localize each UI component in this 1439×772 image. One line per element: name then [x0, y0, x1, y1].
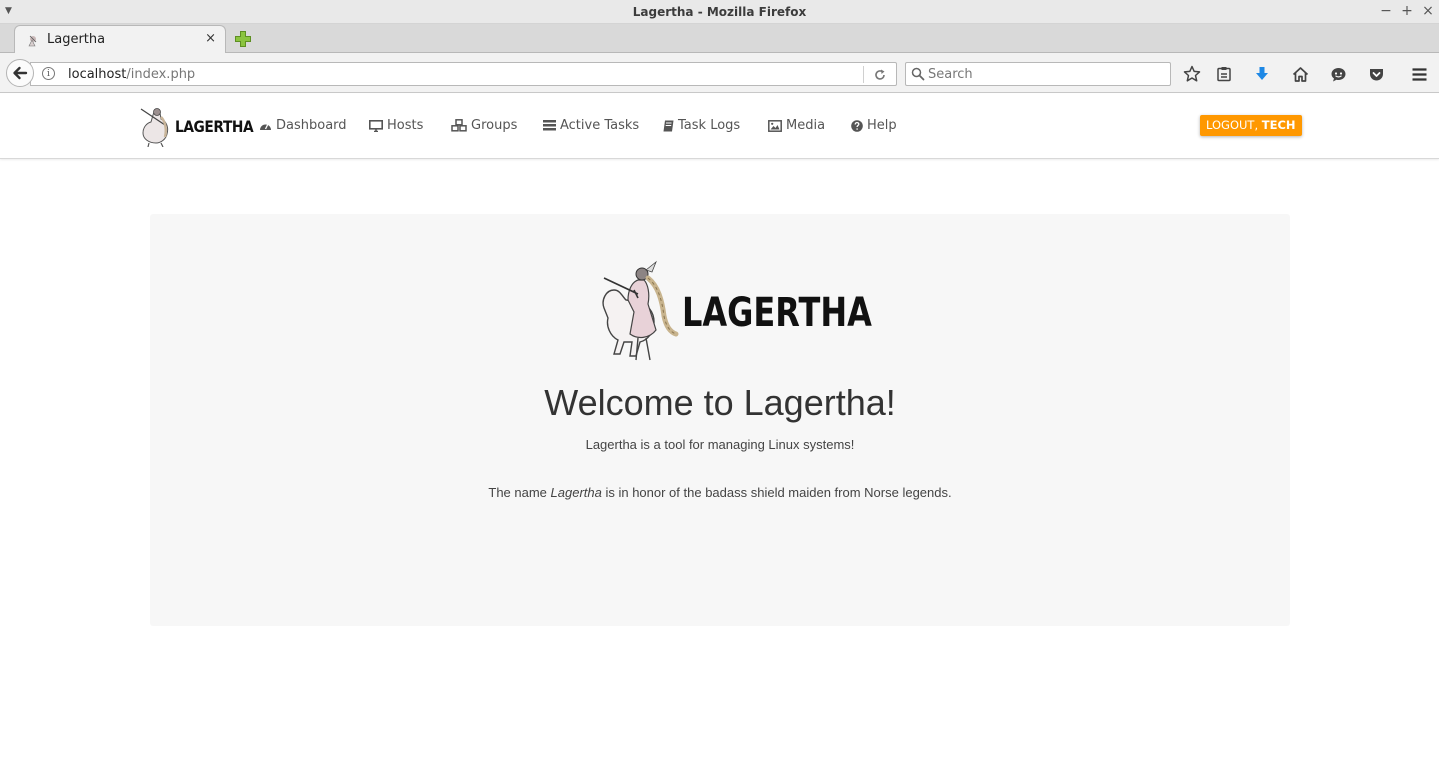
- window-titlebar: ▼ Lagertha - Mozilla Firefox − + ×: [0, 0, 1439, 24]
- home-icon[interactable]: [1291, 65, 1309, 83]
- welcome-jumbotron: LAGERTHA Welcome to Lagertha! Lagertha i…: [150, 214, 1290, 626]
- name-origin-text: The name Lagertha is in honor of the bad…: [488, 485, 952, 500]
- welcome-heading: Welcome to Lagertha!: [544, 382, 896, 423]
- nav-task-logs[interactable]: Task Logs: [663, 118, 740, 133]
- back-button[interactable]: [6, 59, 34, 87]
- minimize-button[interactable]: −: [1379, 3, 1393, 19]
- cubes-icon: [451, 119, 467, 132]
- bookmark-star-icon[interactable]: [1183, 65, 1201, 83]
- nav-active-tasks-label: Active Tasks: [560, 118, 640, 133]
- nav-help-label: Help: [867, 118, 897, 133]
- tasks-icon: [543, 120, 556, 131]
- image-icon: [768, 119, 782, 132]
- reading-list-icon[interactable]: [1215, 65, 1233, 83]
- window-title: Lagertha - Mozilla Firefox: [632, 5, 807, 19]
- search-input[interactable]: [928, 66, 1164, 83]
- nav-groups[interactable]: Groups: [451, 118, 517, 133]
- welcome-subtitle: Lagertha is a tool for managing Linux sy…: [585, 437, 855, 452]
- desktop-icon: [369, 119, 383, 132]
- brand-logo[interactable]: LAGERTHA: [139, 103, 254, 149]
- nav-hosts-label: Hosts: [387, 118, 424, 133]
- search-bar[interactable]: [905, 62, 1171, 86]
- logout-username: TECH: [1261, 118, 1296, 132]
- logout-label: LOGOUT,: [1206, 118, 1262, 132]
- shield-maiden-logo-icon: [140, 108, 169, 147]
- nav-media[interactable]: Media: [768, 118, 825, 133]
- name-emphasis: Lagertha: [550, 485, 602, 500]
- close-window-button[interactable]: ×: [1421, 3, 1435, 19]
- tab-bar: Lagertha ×: [0, 24, 1439, 53]
- book-icon: [663, 120, 674, 131]
- hero-logo-text: LAGERTHA: [682, 290, 872, 336]
- search-icon: [911, 67, 925, 81]
- shield-maiden-illustration-icon: [602, 260, 679, 361]
- url-bar[interactable]: i localhost/index.php: [30, 62, 897, 86]
- back-arrow-icon: [13, 66, 28, 80]
- tab-title: Lagertha: [47, 32, 106, 47]
- nav-help[interactable]: Help: [851, 118, 897, 133]
- new-tab-icon[interactable]: [233, 29, 253, 49]
- url-separator: [863, 66, 864, 83]
- nav-dashboard-label: Dashboard: [276, 118, 347, 133]
- app-navbar: LAGERTHA Dashboard Hosts Groups Active T…: [0, 94, 1439, 159]
- site-info-icon[interactable]: i: [42, 67, 55, 80]
- dashboard-icon: [260, 123, 271, 130]
- nav-hosts[interactable]: Hosts: [369, 118, 423, 133]
- reload-icon[interactable]: [873, 68, 887, 82]
- nav-dashboard[interactable]: Dashboard: [259, 118, 347, 133]
- tab-close-icon[interactable]: ×: [205, 31, 216, 46]
- logout-button[interactable]: LOGOUT, TECH: [1200, 115, 1302, 136]
- nav-media-label: Media: [786, 118, 826, 133]
- question-circle-icon: [851, 119, 863, 132]
- url-text[interactable]: localhost/index.php: [68, 67, 195, 82]
- nav-task-logs-label: Task Logs: [678, 118, 741, 133]
- browser-tab[interactable]: Lagertha ×: [14, 25, 226, 53]
- hamburger-menu-icon[interactable]: [1410, 65, 1428, 83]
- downloads-icon[interactable]: [1253, 65, 1271, 83]
- brand-text: LAGERTHA: [175, 117, 254, 136]
- pocket-icon[interactable]: [1367, 65, 1385, 83]
- maximize-button[interactable]: +: [1400, 3, 1414, 19]
- lagertha-favicon-icon: [28, 35, 37, 47]
- nav-groups-label: Groups: [471, 118, 518, 133]
- hero-logo: LAGERTHA: [598, 260, 872, 364]
- hello-chat-icon[interactable]: [1329, 65, 1347, 83]
- browser-navbar: i localhost/index.php: [0, 53, 1439, 93]
- nav-active-tasks[interactable]: Active Tasks: [543, 118, 639, 133]
